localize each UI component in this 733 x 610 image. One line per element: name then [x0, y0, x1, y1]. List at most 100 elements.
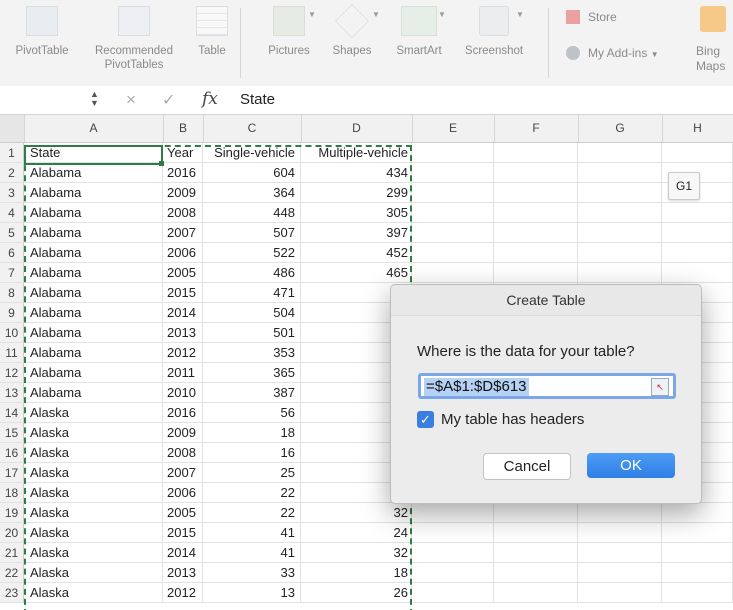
cell-b[interactable]: 2007 — [163, 223, 203, 243]
cell-b[interactable]: 2015 — [163, 283, 203, 303]
range-input[interactable]: =$A$1:$D$613 ↖ — [418, 373, 676, 399]
cell-b[interactable]: 2005 — [163, 263, 203, 283]
cell-c[interactable]: 18 — [203, 423, 301, 443]
row-number[interactable]: 6 — [0, 243, 24, 263]
cell-g[interactable] — [578, 203, 662, 223]
cell-c[interactable]: 41 — [203, 543, 301, 563]
cancel-formula-icon[interactable]: × — [126, 90, 136, 110]
cell-b[interactable]: 2012 — [163, 343, 203, 363]
cell-e[interactable] — [412, 143, 494, 163]
cell-b[interactable]: 2014 — [163, 303, 203, 323]
cell-c[interactable]: 364 — [203, 183, 301, 203]
row-number[interactable]: 1 — [0, 143, 24, 163]
cell-e[interactable] — [412, 243, 494, 263]
cell-h[interactable] — [662, 523, 733, 543]
cell-d[interactable]: 305 — [301, 203, 412, 223]
cell-a[interactable]: State — [24, 143, 163, 163]
cell-c[interactable]: 56 — [203, 403, 301, 423]
cell-c[interactable]: 448 — [203, 203, 301, 223]
cell-g[interactable] — [578, 523, 662, 543]
row-number[interactable]: 22 — [0, 563, 24, 583]
row-number[interactable]: 5 — [0, 223, 24, 243]
cell-a[interactable]: Alabama — [24, 263, 163, 283]
cell-e[interactable] — [412, 563, 494, 583]
cell-c[interactable]: 25 — [203, 463, 301, 483]
cell-g[interactable] — [578, 543, 662, 563]
cell-h[interactable] — [662, 263, 733, 283]
cell-c[interactable]: 22 — [203, 483, 301, 503]
cell-a[interactable]: Alaska — [24, 503, 163, 523]
headers-checkbox[interactable]: ✓ — [417, 411, 434, 428]
row-number[interactable]: 12 — [0, 363, 24, 383]
cell-f[interactable] — [494, 143, 578, 163]
cell-g[interactable] — [578, 503, 662, 523]
cell-h[interactable] — [662, 143, 733, 163]
cell-a[interactable]: Alabama — [24, 323, 163, 343]
cell-d[interactable]: Multiple-vehicle — [301, 143, 412, 163]
collapse-dialog-icon[interactable]: ↖ — [651, 378, 669, 396]
row-number[interactable]: 2 — [0, 163, 24, 183]
cell-b[interactable]: 2008 — [163, 203, 203, 223]
cell-b[interactable]: 2005 — [163, 503, 203, 523]
function-icon[interactable]: fx — [202, 89, 218, 109]
cell-d[interactable]: 452 — [301, 243, 412, 263]
row-number[interactable]: 16 — [0, 443, 24, 463]
column-header-a[interactable]: A — [24, 115, 164, 142]
cell-e[interactable] — [412, 183, 494, 203]
cell-f[interactable] — [494, 263, 578, 283]
cell-b[interactable]: 2009 — [163, 183, 203, 203]
cell-c[interactable]: 504 — [203, 303, 301, 323]
cell-h[interactable] — [662, 243, 733, 263]
row-number[interactable]: 20 — [0, 523, 24, 543]
row-number[interactable]: 15 — [0, 423, 24, 443]
smartart-dropdown-icon[interactable]: ▼ — [438, 10, 446, 19]
cell-a[interactable]: Alaska — [24, 423, 163, 443]
cell-a[interactable]: Alaska — [24, 583, 163, 603]
cell-c[interactable]: Single-vehicle — [203, 143, 301, 163]
cell-f[interactable] — [494, 203, 578, 223]
enter-formula-icon[interactable]: ✓ — [162, 90, 175, 110]
cell-f[interactable] — [494, 163, 578, 183]
cell-b[interactable]: 2007 — [163, 463, 203, 483]
cell-c[interactable]: 507 — [203, 223, 301, 243]
row-number[interactable]: 11 — [0, 343, 24, 363]
cell-b[interactable]: 2006 — [163, 483, 203, 503]
cell-c[interactable]: 33 — [203, 563, 301, 583]
row-number[interactable]: 3 — [0, 183, 24, 203]
cell-g[interactable] — [578, 223, 662, 243]
cell-c[interactable]: 365 — [203, 363, 301, 383]
cell-f[interactable] — [494, 583, 578, 603]
cell-d[interactable]: 26 — [301, 583, 412, 603]
select-all-corner[interactable] — [0, 115, 25, 142]
row-number[interactable]: 13 — [0, 383, 24, 403]
headers-checkbox-label[interactable]: My table has headers — [441, 411, 584, 428]
shapes-dropdown-icon[interactable]: ▼ — [372, 10, 380, 19]
cell-f[interactable] — [494, 543, 578, 563]
cell-a[interactable]: Alabama — [24, 283, 163, 303]
cell-a[interactable]: Alabama — [24, 163, 163, 183]
row-number[interactable]: 14 — [0, 403, 24, 423]
cell-a[interactable]: Alaska — [24, 523, 163, 543]
cell-h[interactable] — [662, 543, 733, 563]
cell-d[interactable]: 32 — [301, 503, 412, 523]
cell-a[interactable]: Alaska — [24, 443, 163, 463]
cell-b[interactable]: 2015 — [163, 523, 203, 543]
cell-b[interactable]: 2013 — [163, 563, 203, 583]
row-number[interactable]: 19 — [0, 503, 24, 523]
ok-button[interactable]: OK — [587, 453, 675, 478]
cell-c[interactable]: 471 — [203, 283, 301, 303]
row-number[interactable]: 8 — [0, 283, 24, 303]
cell-f[interactable] — [494, 183, 578, 203]
row-number[interactable]: 23 — [0, 583, 24, 603]
pictures-dropdown-icon[interactable]: ▼ — [308, 10, 316, 19]
cell-e[interactable] — [412, 543, 494, 563]
cell-e[interactable] — [412, 163, 494, 183]
row-number[interactable]: 18 — [0, 483, 24, 503]
store-button[interactable]: Store — [566, 10, 617, 24]
cell-b[interactable]: 2006 — [163, 243, 203, 263]
cell-h[interactable] — [662, 223, 733, 243]
cell-e[interactable] — [412, 523, 494, 543]
cell-a[interactable]: Alabama — [24, 363, 163, 383]
column-header-f[interactable]: F — [494, 115, 579, 142]
name-box-stepper[interactable]: ▲ ▼ — [90, 90, 99, 108]
